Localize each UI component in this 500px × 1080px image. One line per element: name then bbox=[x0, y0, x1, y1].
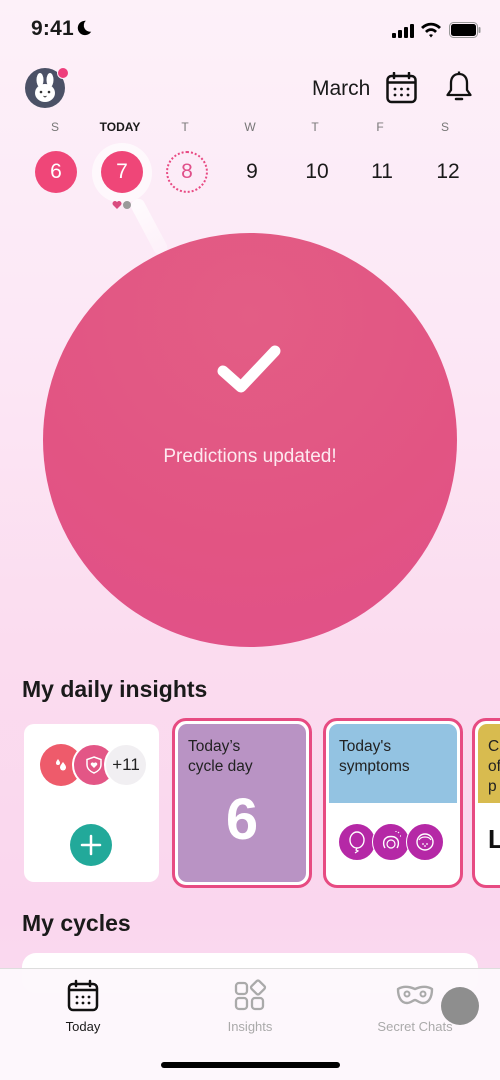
weekday-label: W bbox=[244, 120, 256, 134]
weekday-label-today: TODAY bbox=[99, 120, 141, 134]
grid-icon bbox=[234, 979, 267, 1011]
title-line: symptoms bbox=[339, 758, 410, 775]
day-12[interactable]: 12 bbox=[427, 151, 469, 193]
home-indicator[interactable] bbox=[161, 1062, 340, 1068]
assistive-touch-button[interactable] bbox=[441, 987, 479, 1025]
title-line: C bbox=[488, 738, 500, 755]
plus-icon bbox=[80, 834, 102, 856]
add-log-button[interactable] bbox=[70, 824, 112, 866]
day-11[interactable]: 11 bbox=[361, 151, 403, 193]
mood-icon bbox=[372, 823, 410, 861]
status-time: 9:41 bbox=[31, 17, 74, 40]
weekday-label: S bbox=[440, 120, 449, 134]
droplets-icon bbox=[56, 759, 66, 771]
bunny-avatar-icon bbox=[35, 73, 55, 102]
symptoms-card-title: Today's symptoms bbox=[339, 737, 410, 777]
weekday-label: T bbox=[181, 120, 189, 134]
cycles-title: My cycles bbox=[22, 910, 131, 936]
insights-title: My daily insights bbox=[22, 676, 208, 702]
notification-dot bbox=[57, 67, 69, 79]
day-6[interactable]: 6 bbox=[35, 151, 77, 193]
signal-icon bbox=[392, 24, 414, 38]
tab-label: Insights bbox=[227, 1019, 273, 1034]
mask-icon bbox=[396, 985, 434, 1005]
weekday-label: T bbox=[311, 120, 319, 134]
title-line: Today's bbox=[339, 738, 392, 755]
log-symptoms-card[interactable]: +11 bbox=[24, 724, 159, 882]
symptom-icons bbox=[338, 823, 444, 861]
day-7-today[interactable]: 7 bbox=[101, 151, 143, 193]
title-line: cycle day bbox=[188, 758, 253, 775]
insight-card-partial[interactable]: C of p L bbox=[472, 718, 500, 888]
title-line: of bbox=[488, 758, 500, 775]
weekday-label: F bbox=[376, 120, 384, 134]
day-9[interactable]: 9 bbox=[231, 151, 273, 193]
prediction-circle[interactable]: Predictions updated! bbox=[43, 233, 457, 647]
bloating-icon bbox=[338, 823, 376, 861]
title-line: p bbox=[488, 778, 497, 795]
cycle-day-card-title: Today’s cycle day bbox=[188, 737, 253, 777]
today-pointer bbox=[128, 196, 170, 257]
insight-card-value: L bbox=[488, 824, 500, 855]
cycle-day-card[interactable]: Today’s cycle day 6 bbox=[172, 718, 312, 888]
tab-insights[interactable]: Insights bbox=[190, 979, 310, 1034]
symptoms-card[interactable]: Today's symptoms bbox=[323, 718, 463, 888]
insight-card-title: C of p bbox=[488, 737, 500, 797]
gray-dot bbox=[123, 201, 131, 209]
calendar-icon[interactable] bbox=[386, 72, 417, 104]
tab-label: Today bbox=[65, 1019, 101, 1034]
today-indicators bbox=[112, 200, 131, 210]
tab-today[interactable]: Today bbox=[23, 979, 143, 1034]
day-8-predicted[interactable]: 8 bbox=[166, 151, 208, 193]
day-10[interactable]: 10 bbox=[296, 151, 338, 193]
moon-icon bbox=[77, 20, 92, 36]
acne-icon bbox=[406, 823, 444, 861]
weekday-label: S bbox=[50, 120, 59, 134]
checkmark-icon bbox=[217, 345, 281, 393]
calendar-icon bbox=[67, 979, 99, 1012]
heart-icon bbox=[112, 201, 122, 209]
battery-icon bbox=[449, 22, 481, 38]
wifi-icon bbox=[421, 22, 441, 38]
more-count: +11 bbox=[104, 743, 148, 787]
shield-heart-icon bbox=[86, 756, 102, 774]
title-line: Today’s bbox=[188, 738, 241, 755]
month-label[interactable]: March bbox=[312, 77, 370, 101]
status-bar: 9:41 bbox=[0, 0, 500, 60]
prediction-message: Predictions updated! bbox=[163, 446, 337, 467]
cycle-day-value: 6 bbox=[225, 787, 259, 852]
bell-icon[interactable] bbox=[445, 71, 473, 105]
